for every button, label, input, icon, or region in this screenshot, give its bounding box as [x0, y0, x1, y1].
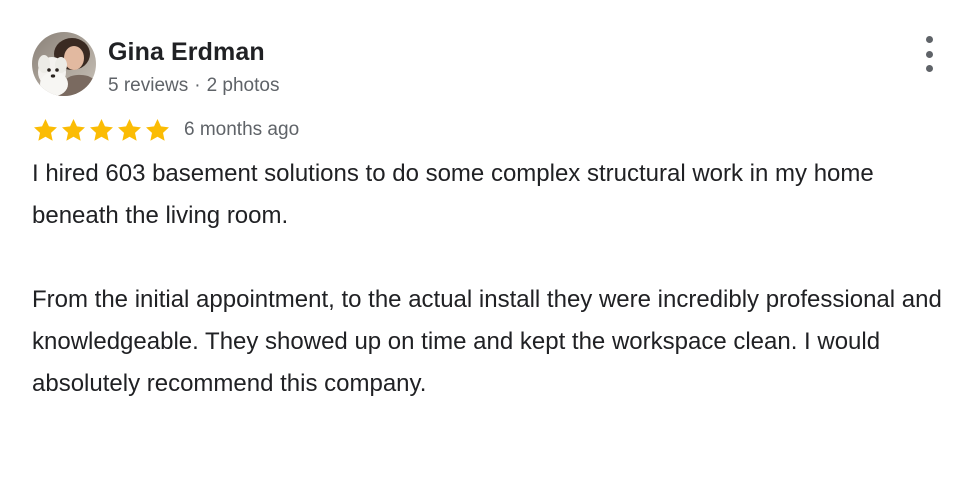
star-icon: [116, 117, 143, 144]
avatar-photo: [32, 32, 96, 96]
star-rating: [32, 117, 171, 144]
reviewer-avatar[interactable]: [32, 32, 96, 96]
more-vert-icon-dot: [925, 36, 933, 43]
star-icon: [60, 117, 87, 144]
more-vert-icon-dot: [925, 65, 933, 72]
reviews-count: 5 reviews: [108, 75, 189, 96]
more-options-button[interactable]: [914, 36, 944, 72]
reviewer-name[interactable]: Gina Erdman: [108, 38, 265, 67]
review-text: I hired 603 basement solutions to do som…: [32, 153, 942, 405]
review-paragraph: From the initial appointment, to the act…: [32, 286, 942, 397]
star-icon: [88, 117, 115, 144]
star-icon: [32, 117, 59, 144]
photos-count: 2 photos: [206, 75, 280, 96]
rating-row: 6 months ago: [32, 116, 299, 144]
review-date: 6 months ago: [184, 119, 300, 140]
star-icon: [144, 117, 171, 144]
review-card: Gina Erdman 5 reviews · 2 photos 6 months …: [0, 0, 964, 478]
reviewer-meta: 5 reviews · 2 photos: [108, 75, 279, 97]
review-paragraph: I hired 603 basement solutions to do som…: [32, 160, 874, 229]
more-vert-icon-dot: [925, 50, 933, 58]
meta-separator: ·: [194, 75, 201, 96]
